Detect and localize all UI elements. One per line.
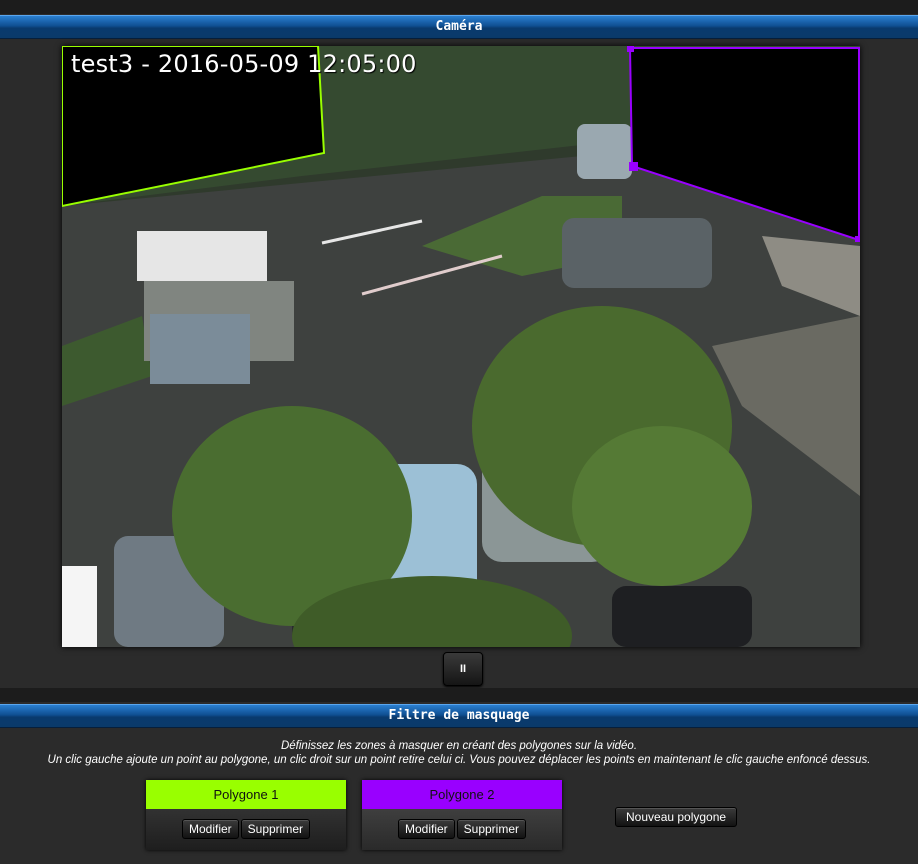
section-separator	[0, 688, 918, 702]
camera-video[interactable]: test3 - 2016-05-09 12:05:00	[62, 46, 860, 647]
polygon-card-2: Polygone 2 Modifier Supprimer	[362, 780, 562, 850]
instructions-line-1: Définissez les zones à masquer en créant…	[280, 740, 638, 752]
top-strip	[0, 0, 918, 14]
camera-scene	[62, 46, 860, 647]
polygon-1-delete-button[interactable]: Supprimer	[240, 819, 311, 839]
pause-button[interactable]: II	[443, 652, 483, 686]
video-timestamp-overlay: test3 - 2016-05-09 12:05:00	[71, 50, 417, 78]
polygon-2-modify-button[interactable]: Modifier	[397, 819, 455, 839]
camera-section-header: Caméra	[0, 15, 918, 39]
polygon-1-title: Polygone 1	[146, 780, 346, 809]
instructions-line-2: Un clic gauche ajoute un point au polygo…	[47, 754, 871, 766]
mask-filter-section-header: Filtre de masquage	[0, 704, 918, 728]
mask-instructions: Définissez les zones à masquer en créant…	[0, 739, 918, 767]
polygon-2-title: Polygone 2	[362, 780, 562, 809]
new-polygon-button[interactable]: Nouveau polygone	[615, 807, 738, 827]
polygon-2-delete-button[interactable]: Supprimer	[456, 819, 527, 839]
polygon-1-modify-button[interactable]: Modifier	[181, 819, 239, 839]
polygon-card-1: Polygone 1 Modifier Supprimer	[146, 780, 346, 850]
